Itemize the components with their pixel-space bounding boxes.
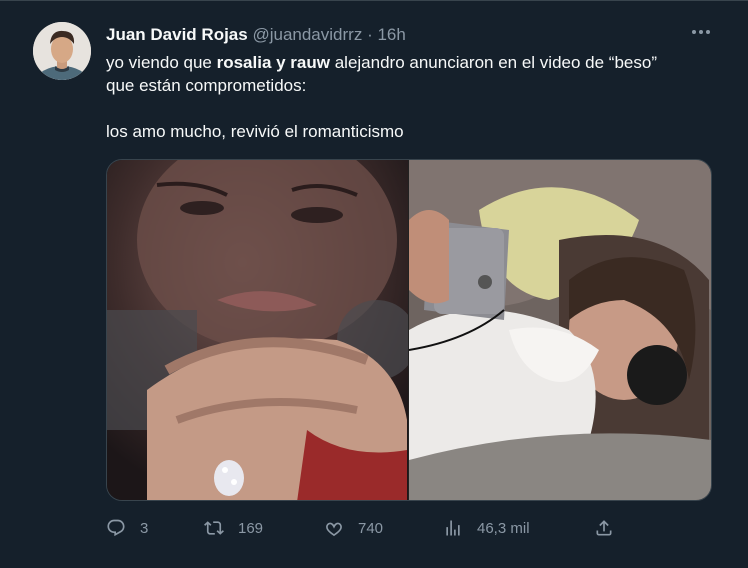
author-name[interactable]: Juan David Rojas [106, 25, 248, 44]
author-handle[interactable]: @juandavidrrz [252, 25, 362, 44]
reply-count: 3 [140, 519, 149, 537]
avatar[interactable] [33, 22, 91, 80]
media-photo-left [107, 160, 417, 500]
views-count: 46,3 mil [477, 519, 530, 537]
retweet-count: 169 [238, 519, 264, 537]
more-options-button[interactable] [690, 23, 712, 41]
tweet[interactable]: Juan David Rojas @juandavidrrz · 16h yo … [0, 0, 748, 568]
share-icon [596, 520, 612, 536]
text-segment: yo viendo que [106, 53, 217, 72]
tweet-text: yo viendo que rosalia y rauw alejandro a… [106, 51, 716, 143]
like-count: 740 [358, 519, 384, 537]
tweet-text-line-3: los amo mucho, revivió el romanticismo [106, 122, 404, 141]
timestamp[interactable]: 16h [377, 25, 405, 44]
reply-icon [107, 519, 125, 537]
like-button[interactable]: 740 [324, 511, 383, 545]
text-bold-segment: rosalia y rauw [216, 53, 330, 72]
text-segment: alejandro anunciaron en el video de “bes… [329, 53, 657, 72]
tweet-header: Juan David Rojas @juandavidrrz · 16h [106, 24, 406, 46]
views-button[interactable]: 46,3 mil [443, 511, 530, 545]
like-icon [326, 522, 342, 537]
retweet-button[interactable]: 169 [204, 511, 263, 545]
views-icon [446, 520, 460, 536]
share-button[interactable] [594, 511, 614, 545]
tweet-text-line-1: yo viendo que rosalia y rauw alejandro a… [106, 51, 716, 74]
media-photo-right [408, 160, 711, 500]
separator-dot: · [367, 25, 373, 44]
reply-button[interactable]: 3 [106, 511, 148, 545]
retweet-icon [204, 521, 224, 535]
tweet-actions: 3 169 740 46,3 mil [106, 511, 626, 545]
more-icon [692, 30, 710, 34]
tweet-text-line-2: que están comprometidos: [106, 76, 307, 95]
media-image[interactable] [106, 159, 712, 501]
